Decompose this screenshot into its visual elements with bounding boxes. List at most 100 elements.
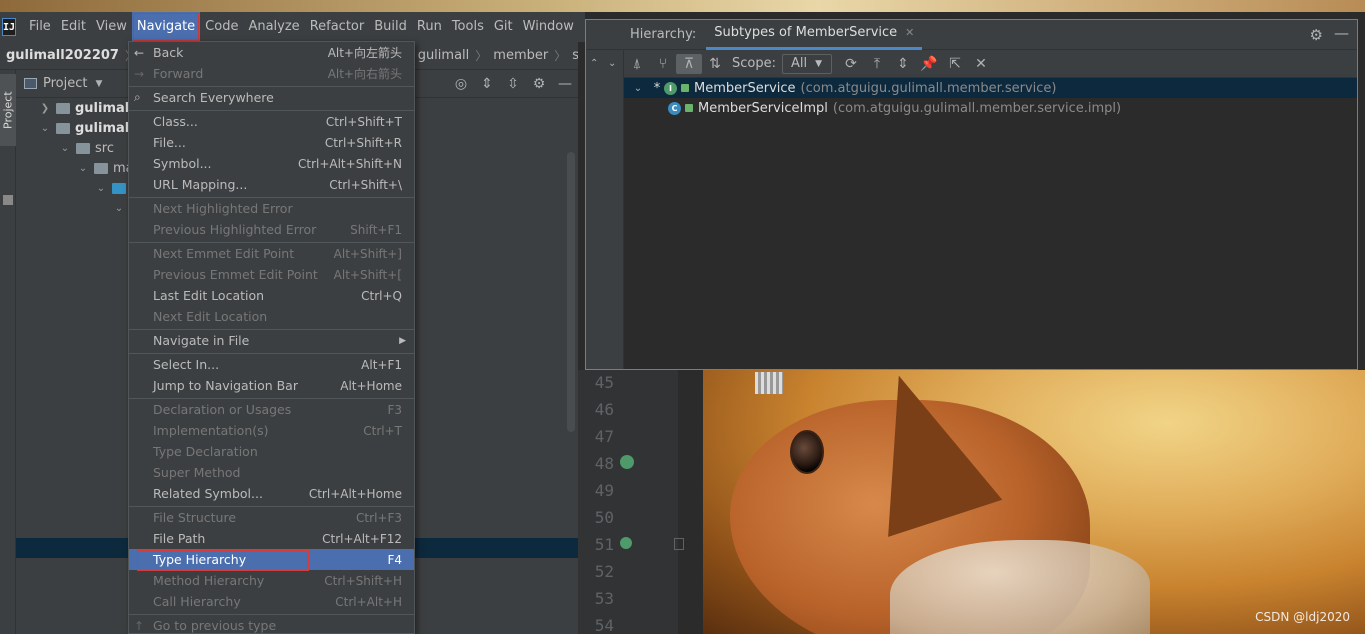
menu-item-method-hierarchy[interactable]: Method Hierarchy Ctrl+Shift+H xyxy=(129,570,414,591)
tree-item[interactable]: ⌄ xyxy=(94,178,131,198)
menu-item-select-in[interactable]: Select In... Alt+F1 xyxy=(129,354,414,375)
menu-item-file-structure[interactable]: File Structure Ctrl+F3 xyxy=(129,507,414,528)
menu-item-class[interactable]: Class... Ctrl+Shift+T xyxy=(129,111,414,132)
close-icon[interactable]: ✕ xyxy=(968,56,994,72)
chevron-down-icon[interactable]: ▼ xyxy=(95,79,102,89)
menu-item-type-declaration[interactable]: Type Declaration xyxy=(129,441,414,462)
menu-item-previous-error[interactable]: Previous Highlighted Error Shift+F1 xyxy=(129,219,414,240)
menu-view[interactable]: View xyxy=(91,12,132,42)
menu-analyze[interactable]: Analyze xyxy=(243,12,304,42)
open-in-new-icon[interactable]: ⇱ xyxy=(942,56,968,72)
menu-code[interactable]: Code xyxy=(200,12,243,42)
menu-item-next-edit-location[interactable]: Next Edit Location xyxy=(129,306,414,327)
menu-item-label: Related Symbol... xyxy=(153,486,263,501)
chevron-down-icon[interactable]: ⌄ xyxy=(608,58,616,69)
export-icon[interactable]: ⤒ xyxy=(864,56,890,72)
menu-item-forward[interactable]: → Forward Alt+向右箭头 xyxy=(129,63,414,84)
menu-item-implementations[interactable]: Implementation(s) Ctrl+T xyxy=(129,420,414,441)
menu-build[interactable]: Build xyxy=(369,12,412,42)
scope-select[interactable]: All ▼ xyxy=(781,53,832,74)
hierarchy-row[interactable]: ⌄ * I MemberService (com.atguigu.gulimal… xyxy=(624,78,1357,98)
tree-item[interactable]: ⌄ gulimall xyxy=(38,118,134,138)
subtypes-icon[interactable]: ⊼ xyxy=(676,53,702,74)
menu-item-back[interactable]: ← Back Alt+向左箭头 xyxy=(129,42,414,63)
menu-run[interactable]: Run xyxy=(412,12,447,42)
chevron-right-icon[interactable]: ❯ xyxy=(38,103,52,114)
menu-item-next-emmet[interactable]: Next Emmet Edit Point Alt+Shift+] xyxy=(129,243,414,264)
minimize-icon[interactable]: — xyxy=(552,76,578,92)
menu-item-shortcut: Ctrl+Alt+H xyxy=(335,594,402,609)
menu-item-go-to-previous-type[interactable]: ↑ Go to previous type xyxy=(129,615,414,634)
menu-item-symbol[interactable]: Symbol... Ctrl+Alt+Shift+N xyxy=(129,153,414,174)
menu-file[interactable]: File xyxy=(24,12,56,42)
menu-item-shortcut: Alt+Shift+[ xyxy=(333,267,402,282)
implemented-gutter-icon[interactable] xyxy=(620,537,632,549)
menu-item-previous-emmet[interactable]: Previous Emmet Edit Point Alt+Shift+[ xyxy=(129,264,414,285)
tree-item[interactable]: ⌄ src xyxy=(58,138,114,158)
refresh-icon[interactable]: ⟳ xyxy=(838,56,864,72)
close-icon[interactable]: ✕ xyxy=(905,18,914,48)
menu-item-jump-to-navigation-bar[interactable]: Jump to Navigation Bar Alt+Home xyxy=(129,375,414,396)
menu-edit[interactable]: Edit xyxy=(56,12,91,42)
project-scrollbar[interactable] xyxy=(567,152,575,432)
chevron-down-icon[interactable]: ⌄ xyxy=(630,83,646,94)
menu-item-shortcut: F3 xyxy=(387,402,402,417)
wallpaper-strip xyxy=(0,0,1365,12)
menu-git[interactable]: Git xyxy=(489,12,518,42)
expand-all-icon[interactable]: ⇕ xyxy=(474,76,500,92)
chevron-down-icon[interactable]: ⌄ xyxy=(58,143,72,154)
menu-item-next-error[interactable]: Next Highlighted Error xyxy=(129,198,414,219)
line-number: 52 xyxy=(594,562,614,581)
run-gutter-icon[interactable] xyxy=(620,455,634,469)
menu-item-label: Next Highlighted Error xyxy=(153,201,293,216)
collapse-all-icon[interactable]: ⇳ xyxy=(500,76,526,92)
menu-item-search-everywhere[interactable]: ⌕ Search Everywhere xyxy=(129,87,414,108)
menu-item-url-mapping[interactable]: URL Mapping... Ctrl+Shift+\ xyxy=(129,174,414,195)
tree-item[interactable]: ❯ gulimall xyxy=(38,98,134,118)
project-panel-title[interactable]: Project xyxy=(43,76,87,91)
tab-subtypes[interactable]: Subtypes of MemberService ✕ xyxy=(706,18,923,50)
tree-item[interactable]: ⌄ xyxy=(112,198,126,218)
menu-item-super-method[interactable]: Super Method xyxy=(129,462,414,483)
intellij-logo-icon[interactable]: IJ xyxy=(2,18,17,36)
breadcrumb-package-b[interactable]: gulimall xyxy=(412,48,476,63)
chevron-down-icon[interactable]: ⌄ xyxy=(94,183,108,194)
breadcrumb-project[interactable]: gulimall202207 xyxy=(0,48,125,63)
chevron-down-icon[interactable]: ⌄ xyxy=(38,123,52,134)
supertypes-icon[interactable]: ⍋ xyxy=(624,56,650,72)
chevron-up-icon[interactable]: ⌃ xyxy=(590,58,598,69)
menu-tools[interactable]: Tools xyxy=(447,12,489,42)
gear-icon[interactable]: ⚙ xyxy=(1310,26,1323,44)
menu-item-related-symbol[interactable]: Related Symbol... Ctrl+Alt+Home xyxy=(129,483,414,504)
project-panel-toolbar: ◎ ⇕ ⇳ ⚙ — xyxy=(448,70,578,98)
menu-item-navigate-in-file[interactable]: Navigate in File ▶ xyxy=(129,330,414,351)
pin-icon[interactable]: 📌 xyxy=(916,56,942,72)
gear-icon[interactable]: ⚙ xyxy=(526,76,552,92)
menu-window[interactable]: Window xyxy=(518,12,579,42)
hierarchy-row[interactable]: C MemberServiceImpl (com.atguigu.gulimal… xyxy=(624,98,1357,118)
tree-item[interactable]: ⌄ ma xyxy=(76,158,134,178)
menu-item-shortcut: Alt+Home xyxy=(340,378,402,393)
line-number: 51 xyxy=(594,535,614,554)
minimize-icon[interactable]: — xyxy=(1334,24,1349,42)
menu-refactor[interactable]: Refactor xyxy=(305,12,370,42)
chevron-down-icon[interactable]: ⌄ xyxy=(76,163,90,174)
sort-alphabetically-icon[interactable]: ⇅ xyxy=(702,56,728,72)
menu-item-last-edit-location[interactable]: Last Edit Location Ctrl+Q xyxy=(129,285,414,306)
locate-icon[interactable]: ◎ xyxy=(448,76,474,92)
breadcrumb-package-c[interactable]: member xyxy=(487,48,554,63)
menu-item-file-path[interactable]: File Path Ctrl+Alt+F12 xyxy=(129,528,414,549)
line-number: 46 xyxy=(594,400,614,419)
project-tool-tab[interactable]: Project xyxy=(0,74,16,146)
menu-item-call-hierarchy[interactable]: Call Hierarchy Ctrl+Alt+H xyxy=(129,591,414,612)
structure-tool-icon[interactable] xyxy=(3,195,13,205)
class-hierarchy-icon[interactable]: ⑂ xyxy=(650,56,676,72)
menu-navigate[interactable]: Navigate xyxy=(131,12,201,42)
chevron-down-icon[interactable]: ⌄ xyxy=(112,203,126,214)
menu-item-file[interactable]: File... Ctrl+Shift+R xyxy=(129,132,414,153)
fold-marker-icon[interactable] xyxy=(674,538,684,550)
menu-item-declaration-or-usages[interactable]: Declaration or Usages F3 xyxy=(129,399,414,420)
menu-item-label: File Path xyxy=(153,531,206,546)
expand-all-icon[interactable]: ⇕ xyxy=(890,56,916,72)
highlight-box xyxy=(137,550,309,571)
